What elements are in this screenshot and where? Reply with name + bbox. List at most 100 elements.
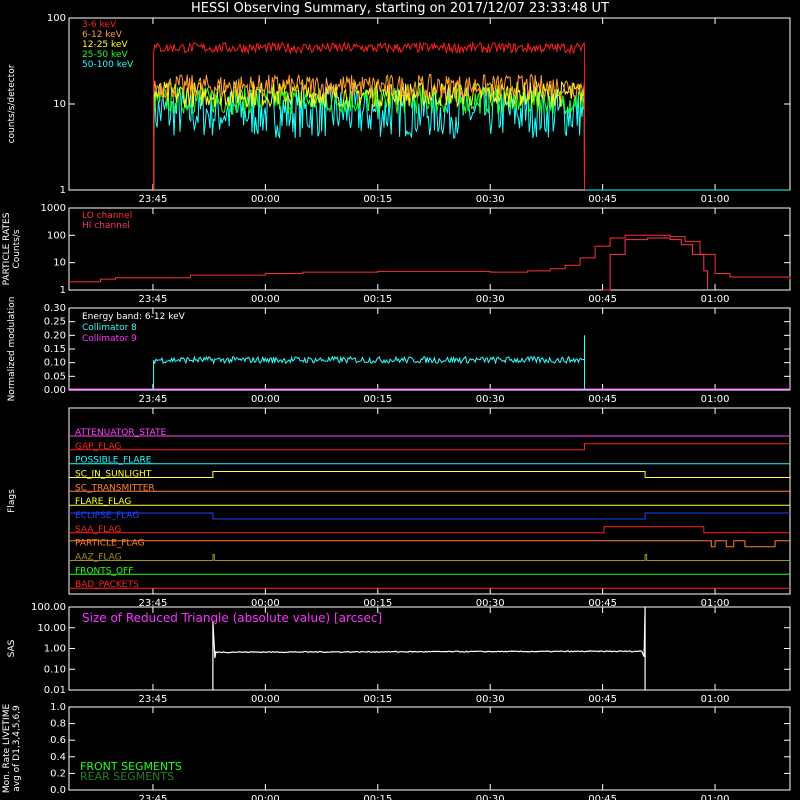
y-axis-label: Normalized modulation (7, 297, 17, 402)
flag-label: SAA_FLAG (75, 525, 121, 535)
flag-label: ECLIPSE_FLAG (75, 511, 139, 521)
x-tick-label: 00:45 (588, 694, 617, 705)
y-tick-label: 0.25 (44, 317, 66, 328)
y-axis-label: Mon. Rate LIVETIME (2, 704, 12, 794)
legend-title: Energy band: 6-12 keV (82, 312, 186, 322)
y-tick-label: 0.8 (50, 719, 66, 730)
x-tick-label: 00:15 (363, 394, 392, 405)
x-tick-label: 23:45 (139, 694, 168, 705)
panel-livetime: 23:45 00:00 00:15 00:30 00:45 01:00 Mon. Rate … (2, 702, 791, 800)
x-tick-label: 00:45 (588, 794, 617, 800)
y-axis-label: SAS (7, 639, 17, 657)
legend-entry: REAR SEGMENTS (80, 770, 174, 783)
y-tick-label: 0.2 (50, 768, 66, 779)
flag-label: PARTICLE_FLAG (75, 539, 145, 549)
series-LO-channel (69, 234, 791, 283)
x-tick-label: 00:30 (476, 294, 505, 305)
x-tick-label: 23:45 (139, 294, 168, 305)
series-HI-channel (602, 237, 709, 291)
x-tick-label: 00:30 (476, 794, 505, 800)
flag-label: BAD_PACKETS (75, 580, 139, 590)
y-tick-label: 0.10 (44, 358, 66, 369)
flag-particle-flag (69, 540, 790, 548)
x-tick-label: 00:15 (363, 194, 392, 205)
y-tick-label: 0.4 (50, 752, 66, 763)
legend-entry: 6-12 keV (82, 30, 123, 40)
x-tick-label: 00:45 (588, 194, 617, 205)
x-tick-label: 23:45 (139, 794, 168, 800)
legend-entry: 25-50 keV (82, 50, 128, 60)
legend-entry: 3-6 keV (82, 20, 117, 30)
panel-label: Size of Reduced Triangle (absolute value… (82, 611, 382, 625)
flag-label: ATTENUATOR_STATE (75, 428, 167, 438)
y-tick-label: 0.01 (44, 685, 66, 696)
x-tick-label: 00:30 (476, 194, 505, 205)
y-tick-label: 100 (47, 13, 66, 24)
legend-entry: Collimator 9 (82, 334, 137, 344)
y-tick-label: 0.00 (44, 385, 66, 396)
flag-saa-flag (69, 526, 790, 534)
panel-particle-rates: 23:45 00:00 00:15 00:30 00:45 01:00 PARTICLE R… (2, 203, 791, 305)
x-tick-label: 00:15 (363, 794, 392, 800)
flag-label: SC_IN_SUNLIGHT (75, 470, 152, 480)
x-tick-label: 00:00 (251, 794, 280, 800)
y-axis-label: counts/s/detector (7, 64, 17, 143)
x-tick-label: 23:45 (139, 394, 168, 405)
y-tick-label: 1 (60, 285, 66, 296)
x-tick-label: 00:30 (476, 394, 505, 405)
y-tick-label: 0.10 (44, 664, 66, 675)
legend-entry: HI channel (82, 221, 130, 231)
x-tick-label: 00:00 (251, 394, 280, 405)
x-tick-label: 01:00 (701, 294, 730, 305)
legend-entry: Collimator 8 (82, 323, 137, 333)
flag-label: GAP_FLAG (75, 442, 121, 452)
panel-flags: 23:45 00:00 00:15 00:30 00:45 01:00FlagsATTEN… (7, 407, 791, 609)
panel-frame (68, 706, 791, 791)
x-tick-label: 00:30 (476, 694, 505, 705)
y-tick-label: 1.0 (50, 702, 66, 713)
panel-count-rates: 23:45 00:00 00:15 00:30 00:45 01:00 counts/s/d… (7, 13, 791, 205)
flag-label: SC_TRANSMITTER (75, 483, 155, 493)
flag-label: FLARE_FLAG (75, 497, 131, 507)
flag-aaz-flag (69, 554, 790, 561)
y-tick-label: 0.05 (44, 371, 66, 382)
flag-label: FRONTS_OFF (75, 566, 133, 576)
panel-modulation: 23:45 00:00 00:15 00:30 00:45 01:00 Normalized… (7, 297, 791, 405)
y-axis-label: Flags (7, 489, 17, 513)
y-tick-label: 0.30 (44, 303, 66, 314)
legend-entry: 50-100 keV (82, 60, 134, 70)
x-tick-label: 01:00 (701, 194, 730, 205)
y-axis-label: PARTICLE RATES (2, 212, 12, 285)
x-tick-label: 00:45 (588, 294, 617, 305)
y-tick-label: 1 (60, 185, 66, 196)
x-tick-label: 00:45 (588, 394, 617, 405)
panel-SAS: 23:45 00:00 00:15 00:30 00:45 01:00 SAS 0.01 0.1… (7, 602, 791, 705)
x-tick-label: 00:00 (251, 294, 280, 305)
x-tick-label: 01:00 (701, 794, 730, 800)
y-tick-label: 0.6 (50, 735, 66, 746)
y-tick-label: 0.15 (44, 344, 66, 355)
flag-eclipse-flag (69, 512, 790, 520)
y-tick-label: 10 (53, 99, 66, 110)
x-tick-label: 01:00 (701, 694, 730, 705)
figure-title: HESSI Observing Summary, starting on 201… (191, 1, 609, 16)
y-tick-label: 1.00 (44, 644, 66, 655)
x-tick-label: 00:00 (251, 694, 280, 705)
x-tick-label: 00:15 (363, 294, 392, 305)
y-tick-label: 0.0 (50, 785, 66, 796)
flag-label: AAZ_FLAG (75, 553, 122, 563)
panels: 23:45 00:00 00:15 00:30 00:45 01:00 counts/s/d… (2, 13, 791, 800)
y-axis-label: Counts/s (12, 229, 22, 268)
legend-entry: LO channel (82, 211, 132, 221)
y-tick-label: 100.00 (31, 602, 66, 613)
flag-sc-in-sunlight (69, 471, 790, 478)
y-tick-label: 100 (47, 230, 66, 241)
x-tick-label: 00:15 (363, 694, 392, 705)
y-tick-label: 10.00 (37, 623, 66, 634)
y-axis-label: avg of D1,3,4,5,6,9 (12, 705, 22, 792)
y-tick-label: 1000 (41, 203, 66, 214)
y-tick-label: 10 (53, 258, 66, 269)
x-tick-label: 00:00 (251, 194, 280, 205)
x-tick-label: 01:00 (701, 394, 730, 405)
legend-entry: 12-25 keV (82, 40, 128, 50)
